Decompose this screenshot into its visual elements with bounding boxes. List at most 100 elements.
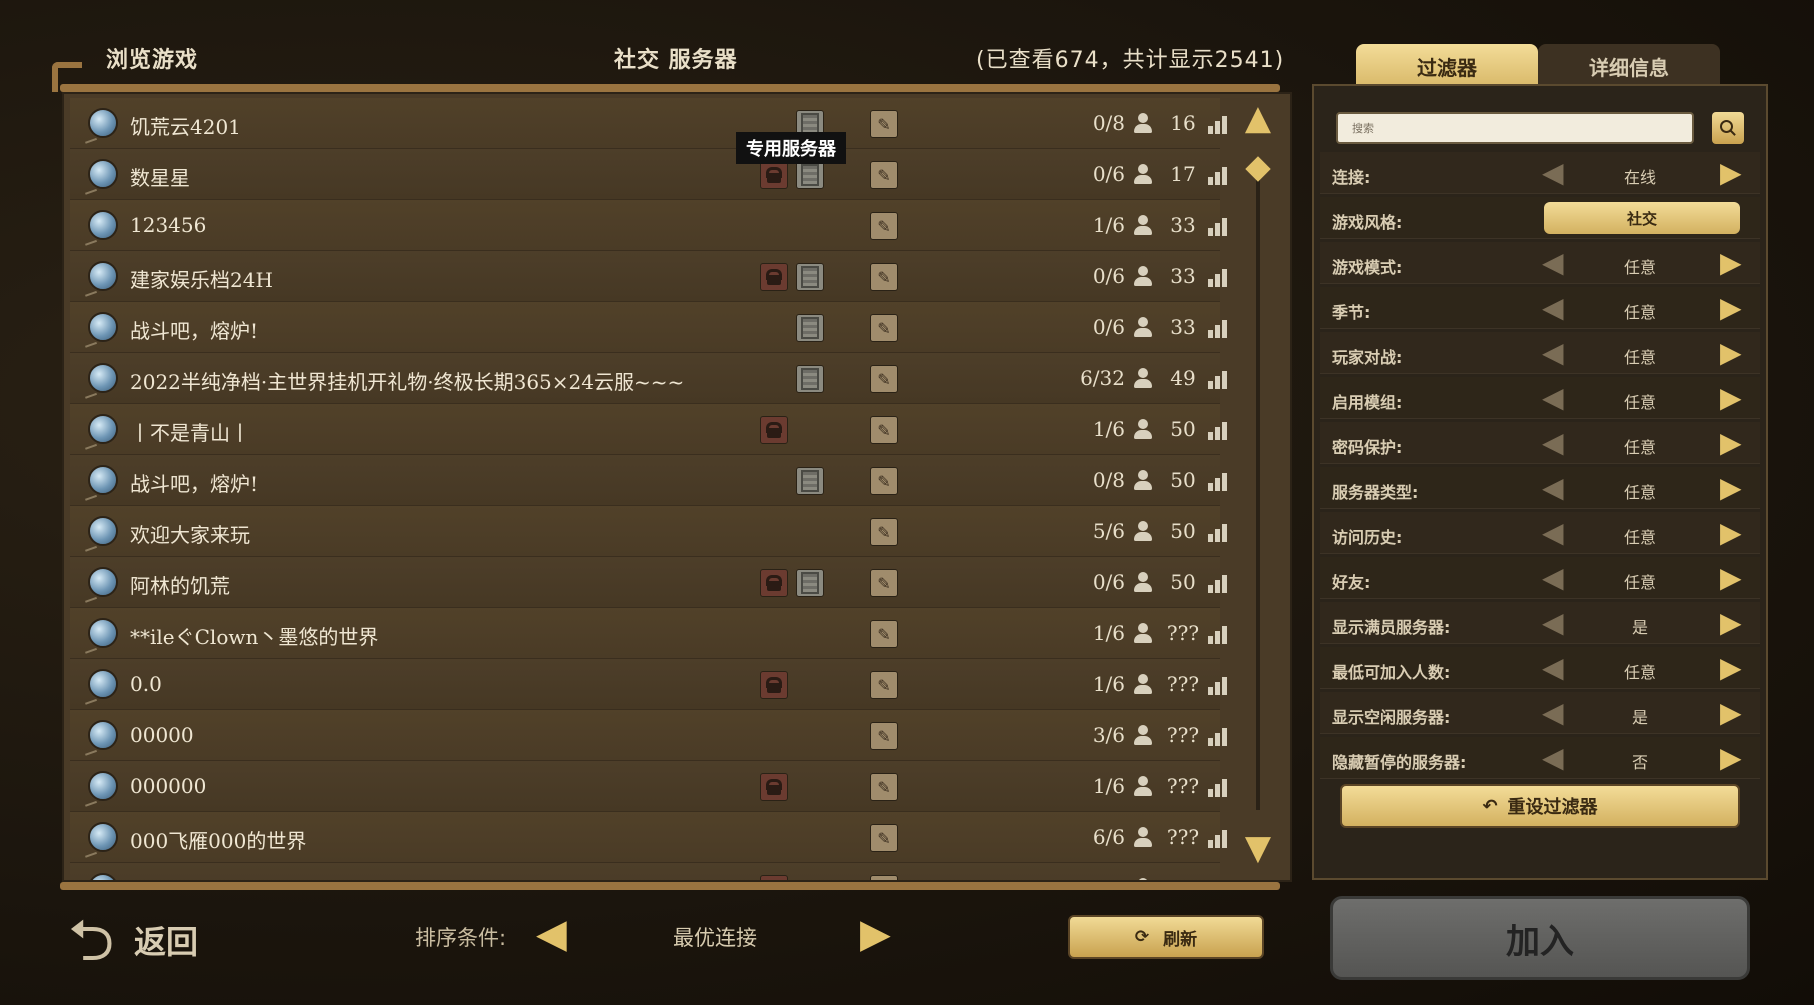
filter-next-arrow-icon[interactable]: ▶	[1720, 293, 1742, 323]
search-icon[interactable]	[1712, 112, 1744, 144]
server-row[interactable]: 2022半纯净档·主世界挂机开礼物·终极长期365×24云服~~~ 6/32 49	[70, 353, 1227, 404]
filter-value: 任意	[1623, 258, 1656, 277]
filter-prev-arrow-icon[interactable]: ◀	[1542, 608, 1564, 638]
scroll-thumb[interactable]	[1245, 156, 1271, 182]
filter-next-arrow-icon[interactable]: ▶	[1720, 563, 1742, 593]
filter-prev-arrow-icon[interactable]: ◀	[1542, 563, 1564, 593]
filter-value-chip[interactable]: 社交	[1544, 202, 1740, 234]
filter-row: 最低可加入人数: ◀ 任意 ▶	[1320, 647, 1760, 689]
globe-icon	[88, 261, 118, 291]
globe-icon	[88, 363, 118, 393]
server-row[interactable]: 数星星 0/6 17	[70, 149, 1227, 200]
mods-wrench-icon	[870, 110, 898, 138]
player-icon	[1132, 265, 1154, 287]
server-name: 阿林的饥荒	[130, 574, 230, 598]
sort-prev-arrow-icon[interactable]: ◀	[536, 914, 567, 954]
server-row[interactable]: 欢迎大家来玩 5/6 50	[70, 506, 1227, 557]
server-list: 饥荒云4201 0/8 16 数星星 0/6 17 123456 1/6 33 建家娱乐档24H 0…	[70, 98, 1227, 880]
filter-next-arrow-icon[interactable]: ▶	[1720, 653, 1742, 683]
sort-label: 排序条件:	[415, 926, 507, 950]
filter-prev-arrow-icon[interactable]: ◀	[1542, 293, 1564, 323]
player-icon	[1132, 163, 1154, 185]
mods-wrench-icon	[870, 620, 898, 648]
filter-next-arrow-icon[interactable]: ▶	[1720, 473, 1742, 503]
refresh-button[interactable]: ⟳ 刷新	[1068, 915, 1264, 959]
signal-bars-icon	[1208, 826, 1232, 848]
player-icon	[1132, 112, 1154, 134]
server-row[interactable]: 000飞雁000的世界 6/6???	[70, 812, 1227, 863]
scroll-up-arrow-icon[interactable]: ▲	[1240, 100, 1276, 136]
mods-wrench-icon	[870, 416, 898, 444]
ping-value: 17	[1170, 162, 1196, 186]
server-row[interactable]: 00000 3/6???	[70, 710, 1227, 761]
back-button[interactable]: ⮌ 返回	[68, 900, 198, 980]
server-row[interactable]: **ileぐClown丶墨悠的世界 1/6???	[70, 608, 1227, 659]
filter-value: 任意	[1623, 483, 1656, 502]
filter-next-arrow-icon[interactable]: ▶	[1720, 338, 1742, 368]
player-count: 0/6	[1092, 162, 1125, 186]
filter-prev-arrow-icon[interactable]: ◀	[1542, 473, 1564, 503]
filter-label: 好友:	[1332, 573, 1371, 592]
filter-prev-arrow-icon[interactable]: ◀	[1542, 743, 1564, 773]
filter-next-arrow-icon[interactable]: ▶	[1720, 248, 1742, 278]
filter-label: 启用模组:	[1332, 393, 1403, 412]
join-button[interactable]: 加入	[1330, 896, 1750, 980]
filter-row: 季节: ◀ 任意 ▶	[1320, 287, 1760, 329]
server-row[interactable]: 建家娱乐档24H 0/6 33	[70, 251, 1227, 302]
filter-row: 启用模组: ◀ 任意 ▶	[1320, 377, 1760, 419]
password-lock-icon	[760, 875, 788, 880]
filter-prev-arrow-icon[interactable]: ◀	[1542, 518, 1564, 548]
filter-prev-arrow-icon[interactable]: ◀	[1542, 248, 1564, 278]
filter-next-arrow-icon[interactable]: ▶	[1720, 743, 1742, 773]
globe-icon	[88, 873, 118, 880]
filter-label: 玩家对战:	[1332, 348, 1403, 367]
filter-next-arrow-icon[interactable]: ▶	[1720, 698, 1742, 728]
filter-label: 访问历史:	[1332, 528, 1403, 547]
player-count: 1/6	[1092, 213, 1125, 237]
server-row[interactable]: 123456 1/6 33	[70, 200, 1227, 251]
back-arrow-icon: ⮌	[68, 906, 115, 974]
filter-next-arrow-icon[interactable]: ▶	[1720, 158, 1742, 188]
tab-filters[interactable]: 过滤器	[1356, 44, 1538, 88]
signal-bars-icon	[1208, 316, 1232, 338]
server-row[interactable]: 000000 1/6???	[70, 761, 1227, 812]
globe-icon	[88, 669, 118, 699]
server-row[interactable]: 0.0 1/6???	[70, 659, 1227, 710]
filter-prev-arrow-icon[interactable]: ◀	[1542, 383, 1564, 413]
globe-icon	[88, 516, 118, 546]
server-row[interactable]: 饥荒云4201 0/8 16	[70, 98, 1227, 149]
scroll-track[interactable]	[1256, 160, 1260, 810]
mods-wrench-icon	[870, 518, 898, 546]
filter-next-arrow-icon[interactable]: ▶	[1720, 428, 1742, 458]
sort-next-arrow-icon[interactable]: ▶	[860, 914, 891, 954]
server-row[interactable]: 丨不是青山丨 1/6 50	[70, 404, 1227, 455]
server-list-scrollbar[interactable]: ▲ ▼	[1238, 100, 1278, 870]
filter-next-arrow-icon[interactable]: ▶	[1720, 383, 1742, 413]
filter-prev-arrow-icon[interactable]: ◀	[1542, 698, 1564, 728]
server-name: 欢迎大家来玩	[130, 523, 250, 547]
filter-prev-arrow-icon[interactable]: ◀	[1542, 338, 1564, 368]
scroll-down-arrow-icon[interactable]: ▼	[1240, 830, 1276, 866]
filter-next-arrow-icon[interactable]: ▶	[1720, 608, 1742, 638]
server-row[interactable]: 09251/6???	[70, 863, 1220, 880]
signal-bars-icon	[1208, 112, 1232, 134]
filter-prev-arrow-icon[interactable]: ◀	[1542, 428, 1564, 458]
signal-bars-icon	[1208, 214, 1232, 236]
tab-details[interactable]: 详细信息	[1538, 44, 1720, 88]
player-count: 5/6	[1092, 519, 1125, 543]
ping-value: 33	[1170, 315, 1196, 339]
dedicated-server-icon	[796, 569, 824, 597]
server-row[interactable]: 战斗吧，熔炉! 0/8 50	[70, 455, 1227, 506]
dedicated-server-tooltip: 专用服务器	[736, 132, 846, 164]
filter-next-arrow-icon[interactable]: ▶	[1720, 518, 1742, 548]
password-lock-icon	[760, 416, 788, 444]
filter-prev-arrow-icon[interactable]: ◀	[1542, 653, 1564, 683]
server-row[interactable]: 战斗吧，熔炉! 0/6 33	[70, 302, 1227, 353]
filter-prev-arrow-icon[interactable]: ◀	[1542, 158, 1564, 188]
signal-bars-icon	[1208, 673, 1232, 695]
filter-label: 显示满员服务器:	[1332, 618, 1451, 637]
search-input[interactable]: 搜索	[1336, 112, 1694, 144]
reset-filters-button[interactable]: ↶ 重设过滤器	[1340, 784, 1740, 828]
filter-label: 游戏风格:	[1332, 213, 1403, 232]
server-row[interactable]: 阿林的饥荒 0/6 50	[70, 557, 1227, 608]
